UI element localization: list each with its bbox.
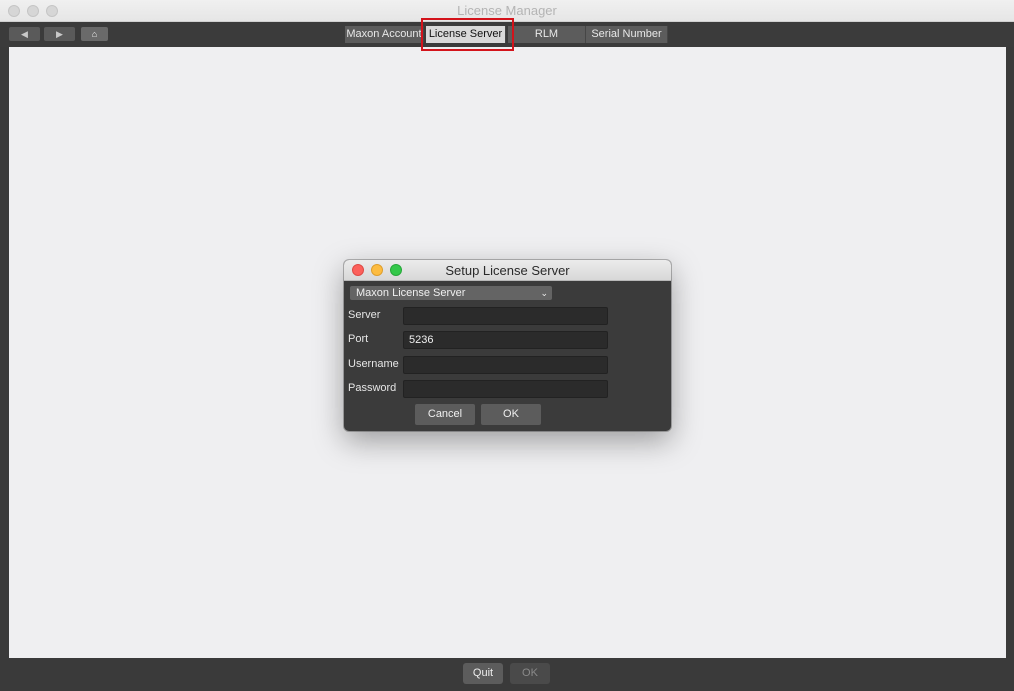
tab-serial-number[interactable]: Serial Number <box>586 26 668 43</box>
ok-button-disabled[interactable]: OK <box>510 663 550 684</box>
footer-bar: Quit OK <box>0 658 1014 691</box>
tab-rlm[interactable]: RLM <box>508 26 586 43</box>
server-type-value: Maxon License Server <box>356 287 466 299</box>
cancel-button[interactable]: Cancel <box>415 404 475 425</box>
back-button[interactable]: ◀ <box>9 27 40 41</box>
dialog-ok-button[interactable]: OK <box>481 404 541 425</box>
highlight-annotation-box <box>421 18 514 51</box>
chevron-down-icon: ⌄ <box>540 288 548 298</box>
home-icon: ⌂ <box>91 29 98 39</box>
back-icon: ◀ <box>21 29 28 39</box>
port-field[interactable]: 5236 <box>403 331 608 349</box>
server-field[interactable] <box>403 307 608 325</box>
username-label: Username <box>348 358 399 370</box>
tab-maxon-account[interactable]: Maxon Account <box>345 26 424 43</box>
server-label: Server <box>348 309 381 321</box>
dialog-titlebar: Setup License Server <box>344 260 671 281</box>
forward-button[interactable]: ▶ <box>44 27 75 41</box>
setup-license-server-dialog: Setup License Server Maxon License Serve… <box>344 260 671 431</box>
password-label: Password <box>348 382 397 394</box>
forward-icon: ▶ <box>56 29 63 39</box>
window-title: License Manager <box>457 3 557 18</box>
port-label: Port <box>348 333 369 345</box>
dialog-title: Setup License Server <box>445 263 570 278</box>
server-type-dropdown[interactable]: Maxon License Server ⌄ <box>350 286 552 300</box>
home-button[interactable]: ⌂ <box>81 27 108 41</box>
quit-button[interactable]: Quit <box>463 663 503 684</box>
password-field[interactable] <box>403 380 608 398</box>
username-field[interactable] <box>403 356 608 374</box>
